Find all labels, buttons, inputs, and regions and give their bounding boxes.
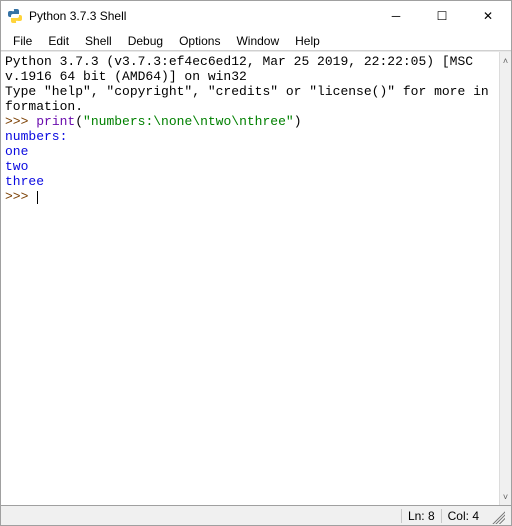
editor-area: Python 3.7.3 (v3.7.3:ef4ec6ed12, Mar 25 … (1, 51, 511, 505)
menu-shell[interactable]: Shell (77, 32, 120, 50)
output-line-1: numbers: (5, 129, 67, 144)
token-close: ) (294, 114, 302, 129)
token-open: ( (75, 114, 83, 129)
minimize-icon: ─ (392, 9, 401, 23)
scroll-up-button[interactable]: ˄ (500, 52, 511, 69)
menu-window[interactable]: Window (228, 32, 287, 50)
scroll-track[interactable] (500, 69, 511, 488)
scroll-down-button[interactable]: ˅ (500, 488, 511, 505)
app-window: Python 3.7.3 Shell ─ ☐ ✕ File Edit Shell… (0, 0, 512, 526)
output-line-4: three (5, 174, 44, 189)
status-line: Ln: 8 (401, 509, 441, 523)
resize-grip[interactable] (489, 508, 505, 524)
minimize-button[interactable]: ─ (373, 1, 419, 31)
menu-file[interactable]: File (5, 32, 40, 50)
close-icon: ✕ (483, 9, 493, 23)
titlebar[interactable]: Python 3.7.3 Shell ─ ☐ ✕ (1, 1, 511, 31)
menu-debug[interactable]: Debug (120, 32, 171, 50)
menu-help[interactable]: Help (287, 32, 328, 50)
output-line-3: two (5, 159, 28, 174)
menu-edit[interactable]: Edit (40, 32, 77, 50)
output-line-2: one (5, 144, 28, 159)
prompt-1: >>> (5, 114, 28, 129)
menubar: File Edit Shell Debug Options Window Hel… (1, 31, 511, 51)
window-title: Python 3.7.3 Shell (29, 9, 126, 23)
vertical-scrollbar[interactable]: ˄ ˅ (499, 52, 511, 505)
close-button[interactable]: ✕ (465, 1, 511, 31)
token-string: "numbers:\none\ntwo\nthree" (83, 114, 294, 129)
maximize-button[interactable]: ☐ (419, 1, 465, 31)
shell-text[interactable]: Python 3.7.3 (v3.7.3:ef4ec6ed12, Mar 25 … (1, 52, 499, 505)
python-icon (7, 8, 23, 24)
menu-options[interactable]: Options (171, 32, 228, 50)
chevron-down-icon: ˅ (503, 492, 508, 502)
prompt-2: >>> (5, 189, 28, 204)
status-col: Col: 4 (441, 509, 485, 523)
token-builtin: print (36, 114, 75, 129)
statusbar: Ln: 8 Col: 4 (1, 505, 511, 525)
chevron-up-icon: ˄ (503, 56, 508, 66)
text-cursor (37, 191, 38, 204)
maximize-icon: ☐ (437, 9, 448, 23)
banner-line-1: Python 3.7.3 (v3.7.3:ef4ec6ed12, Mar 25 … (5, 54, 481, 84)
banner-line-2: Type "help", "copyright", "credits" or "… (5, 84, 489, 114)
